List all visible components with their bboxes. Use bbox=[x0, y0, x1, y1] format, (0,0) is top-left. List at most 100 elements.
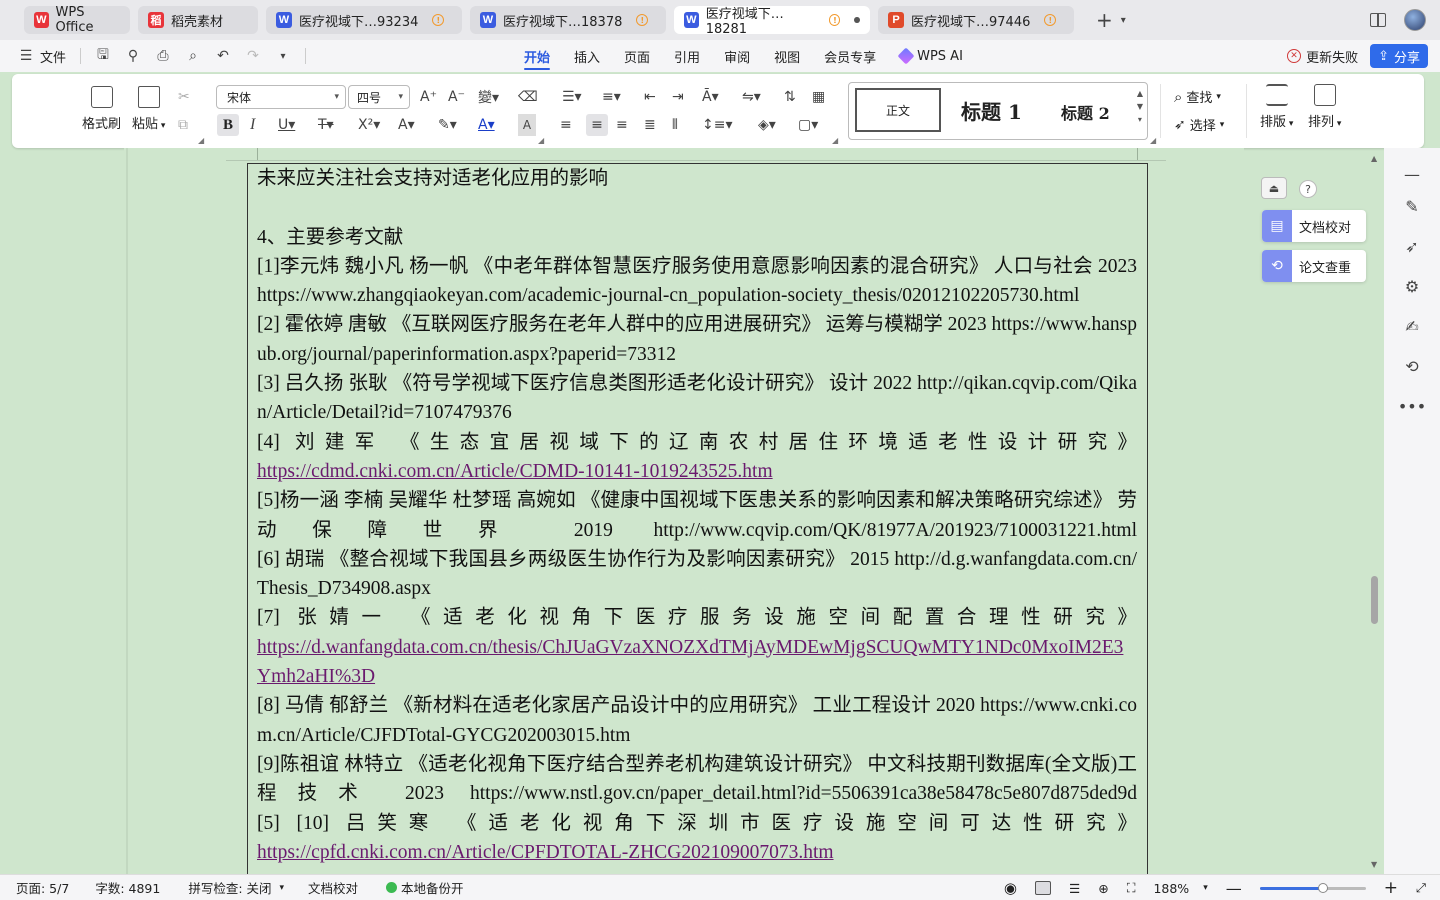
text-direction-icon[interactable]: Ā▾ bbox=[702, 86, 719, 108]
share-button[interactable]: ⇪ 分享 bbox=[1370, 44, 1428, 68]
zoom-out-icon[interactable]: — bbox=[1226, 879, 1242, 898]
zoom-in-icon[interactable]: + bbox=[1384, 878, 1398, 898]
style-heading-1[interactable]: 标题 1 bbox=[961, 96, 1022, 125]
find-button[interactable]: ⌕ 查找 ▾ bbox=[1174, 87, 1221, 107]
ribbon-tab-3[interactable]: 页面 bbox=[612, 40, 662, 72]
bold-button[interactable]: B bbox=[217, 114, 239, 136]
ribbon-tab-6[interactable]: 视图 bbox=[762, 40, 812, 72]
document-body[interactable]: 未来应关注社会支持对适老化应用的影响 4、主要参考文献 [1]李元炜 魏小凡 杨一… bbox=[257, 164, 1137, 867]
font-size-select[interactable]: 四号 ▾ bbox=[348, 85, 410, 109]
paste-button[interactable]: 粘贴 ▾ bbox=[132, 86, 165, 132]
ribbon-tab-2[interactable]: 插入 bbox=[562, 40, 612, 72]
signature-icon[interactable]: ✍ bbox=[1384, 314, 1440, 338]
new-tab-button[interactable]: + bbox=[1096, 8, 1113, 32]
undo-icon[interactable]: ↶ bbox=[215, 48, 231, 64]
font-color-icon[interactable]: A▾ bbox=[478, 114, 495, 136]
eye-protection-icon[interactable]: ◉ bbox=[1004, 879, 1017, 897]
sidebar-toggle-icon[interactable] bbox=[1370, 13, 1386, 27]
more-quick-actions-icon[interactable]: ▾ bbox=[275, 48, 291, 64]
ribbon-tab-1[interactable]: 开始 bbox=[512, 40, 562, 72]
align-right-icon[interactable]: ≡ bbox=[616, 114, 628, 136]
page-view-icon[interactable] bbox=[1034, 881, 1051, 895]
increase-indent-icon[interactable]: ⇥ bbox=[672, 86, 684, 108]
tab-4[interactable]: W 医疗视域下…18378! bbox=[470, 6, 666, 34]
align-center-icon[interactable]: ≡ bbox=[586, 114, 608, 136]
grow-font-icon[interactable]: A⁺ bbox=[420, 86, 437, 108]
superscript-icon[interactable]: X²▾ bbox=[358, 114, 380, 136]
justify-icon[interactable]: ≣ bbox=[644, 114, 656, 136]
backup-status[interactable]: 本地备份开 bbox=[386, 878, 464, 897]
ribbon-tab-7[interactable]: 会员专享 bbox=[812, 40, 888, 72]
select-button[interactable]: ➶ 选择 ▾ bbox=[1174, 115, 1224, 135]
history-icon[interactable]: ⟲ bbox=[1384, 354, 1440, 378]
italic-icon[interactable]: I bbox=[250, 114, 255, 136]
style-normal[interactable]: 正文 bbox=[855, 88, 941, 132]
layout-button[interactable]: 排版 ▾ bbox=[1260, 84, 1293, 130]
font-name-select[interactable]: 宋体 ▾ bbox=[216, 85, 346, 109]
numbered-list-icon[interactable]: ≡▾ bbox=[602, 86, 621, 108]
copy-icon[interactable]: ⧉ bbox=[178, 114, 188, 136]
outline-view-icon[interactable]: ☰ bbox=[1069, 881, 1080, 896]
proofread-button[interactable]: ▤ 文档校对 bbox=[1262, 210, 1366, 242]
tab-wps-ai[interactable]: WPS AI bbox=[888, 40, 975, 72]
tab-2[interactable]: 稻稻壳素材 bbox=[138, 6, 258, 34]
pen-icon[interactable]: ✎ bbox=[1384, 194, 1440, 218]
help-button[interactable]: ? bbox=[1299, 180, 1317, 198]
save-icon[interactable]: 🖫 bbox=[95, 47, 111, 64]
zoom-level[interactable]: 188% ▾ bbox=[1153, 881, 1207, 896]
plagiarism-check-button[interactable]: ⟲ 论文查重 bbox=[1262, 250, 1366, 282]
update-failed-button[interactable]: ✕ 更新失败 bbox=[1287, 47, 1358, 66]
borders-icon[interactable]: ▢▾ bbox=[798, 114, 818, 136]
paragraph-launcher-icon[interactable]: ◢ bbox=[832, 136, 838, 145]
highlight-icon[interactable]: ✎▾ bbox=[438, 114, 457, 136]
reference-link[interactable]: https://cpfd.cnki.com.cn/Article/CPFDTOT… bbox=[257, 842, 834, 863]
strikethrough-icon[interactable]: T▾ bbox=[318, 114, 334, 136]
format-painter-button[interactable]: 格式刷 bbox=[82, 86, 121, 132]
phonetic-guide-icon[interactable]: 變▾ bbox=[478, 86, 499, 108]
fit-window-icon[interactable]: ⤢ bbox=[1416, 880, 1426, 896]
char-shading-icon[interactable]: A bbox=[518, 114, 536, 136]
tab-5[interactable]: W 医疗视域下…18281! bbox=[674, 6, 870, 37]
arrange-button[interactable]: 排列 ▾ bbox=[1308, 84, 1341, 130]
scrollbar-thumb[interactable] bbox=[1371, 576, 1378, 624]
print-preview-icon[interactable]: ⌕ bbox=[185, 48, 201, 64]
ribbon-tab-5[interactable]: 审阅 bbox=[712, 40, 762, 72]
text-effect-icon[interactable]: A▾ bbox=[398, 114, 415, 136]
align-left-icon[interactable]: ≡ bbox=[560, 114, 572, 136]
shading-icon[interactable]: ◈▾ bbox=[758, 114, 776, 136]
styles-scroll-icon[interactable]: ▲ ▼ ▾ bbox=[1137, 87, 1143, 126]
zoom-slider[interactable] bbox=[1259, 882, 1366, 893]
tab-6[interactable]: P 医疗视域下…97446! bbox=[878, 6, 1074, 34]
more-icon[interactable]: ••• bbox=[1384, 394, 1440, 418]
ribbon-tab-4[interactable]: 引用 bbox=[662, 40, 712, 72]
reference-link[interactable]: https://cdmd.cnki.com.cn/Article/CDMD-10… bbox=[257, 461, 773, 482]
shrink-font-icon[interactable]: A⁻ bbox=[448, 86, 465, 108]
zoom-slider-knob[interactable] bbox=[1318, 882, 1329, 893]
tab-3[interactable]: W 医疗视域下…93234! bbox=[266, 6, 462, 34]
scroll-up-icon[interactable]: ▲ bbox=[1371, 154, 1377, 163]
font-launcher-icon[interactable]: ◢ bbox=[538, 136, 544, 145]
adjust-icon[interactable]: ⚙ bbox=[1384, 274, 1440, 298]
link-icon[interactable]: ⚲ bbox=[125, 48, 141, 64]
redo-icon[interactable]: ↷ bbox=[245, 48, 261, 64]
underline-icon[interactable]: U▾ bbox=[278, 114, 295, 136]
show-marks-icon[interactable]: ▦ bbox=[812, 86, 825, 108]
vertical-scrollbar[interactable]: ▲ ▼ bbox=[1366, 152, 1384, 874]
reference-link[interactable]: https://d.wanfangdata.com.cn/thesis/ChJU… bbox=[257, 637, 1123, 687]
sort-icon[interactable]: ⇅ bbox=[784, 86, 796, 108]
decrease-indent-icon[interactable]: ⇤ bbox=[644, 86, 656, 108]
statusbar-proofread[interactable]: 文档校对 bbox=[308, 878, 358, 897]
web-view-icon[interactable]: ⊕ bbox=[1098, 881, 1108, 896]
clear-format-icon[interactable]: ⌫ bbox=[518, 86, 538, 108]
distribute-icon[interactable]: ⫴ bbox=[672, 114, 678, 136]
line-spacing-icon[interactable]: ↕≡▾ bbox=[702, 114, 733, 136]
chinese-layout-icon[interactable]: ⇋▾ bbox=[742, 86, 761, 108]
word-count[interactable]: 字数: 4891 bbox=[95, 878, 160, 897]
minimize-panel-icon[interactable]: — bbox=[1384, 162, 1440, 186]
tab-1[interactable]: W WPS Office bbox=[24, 5, 130, 35]
style-heading-2[interactable]: 标题 2 bbox=[1061, 100, 1110, 124]
collapse-panel-button[interactable]: ⏏ bbox=[1261, 177, 1287, 199]
page-indicator[interactable]: 页面: 5/7 bbox=[16, 878, 69, 897]
pointer-icon[interactable]: ➶ bbox=[1384, 234, 1440, 258]
scroll-down-icon[interactable]: ▼ bbox=[1371, 860, 1377, 869]
